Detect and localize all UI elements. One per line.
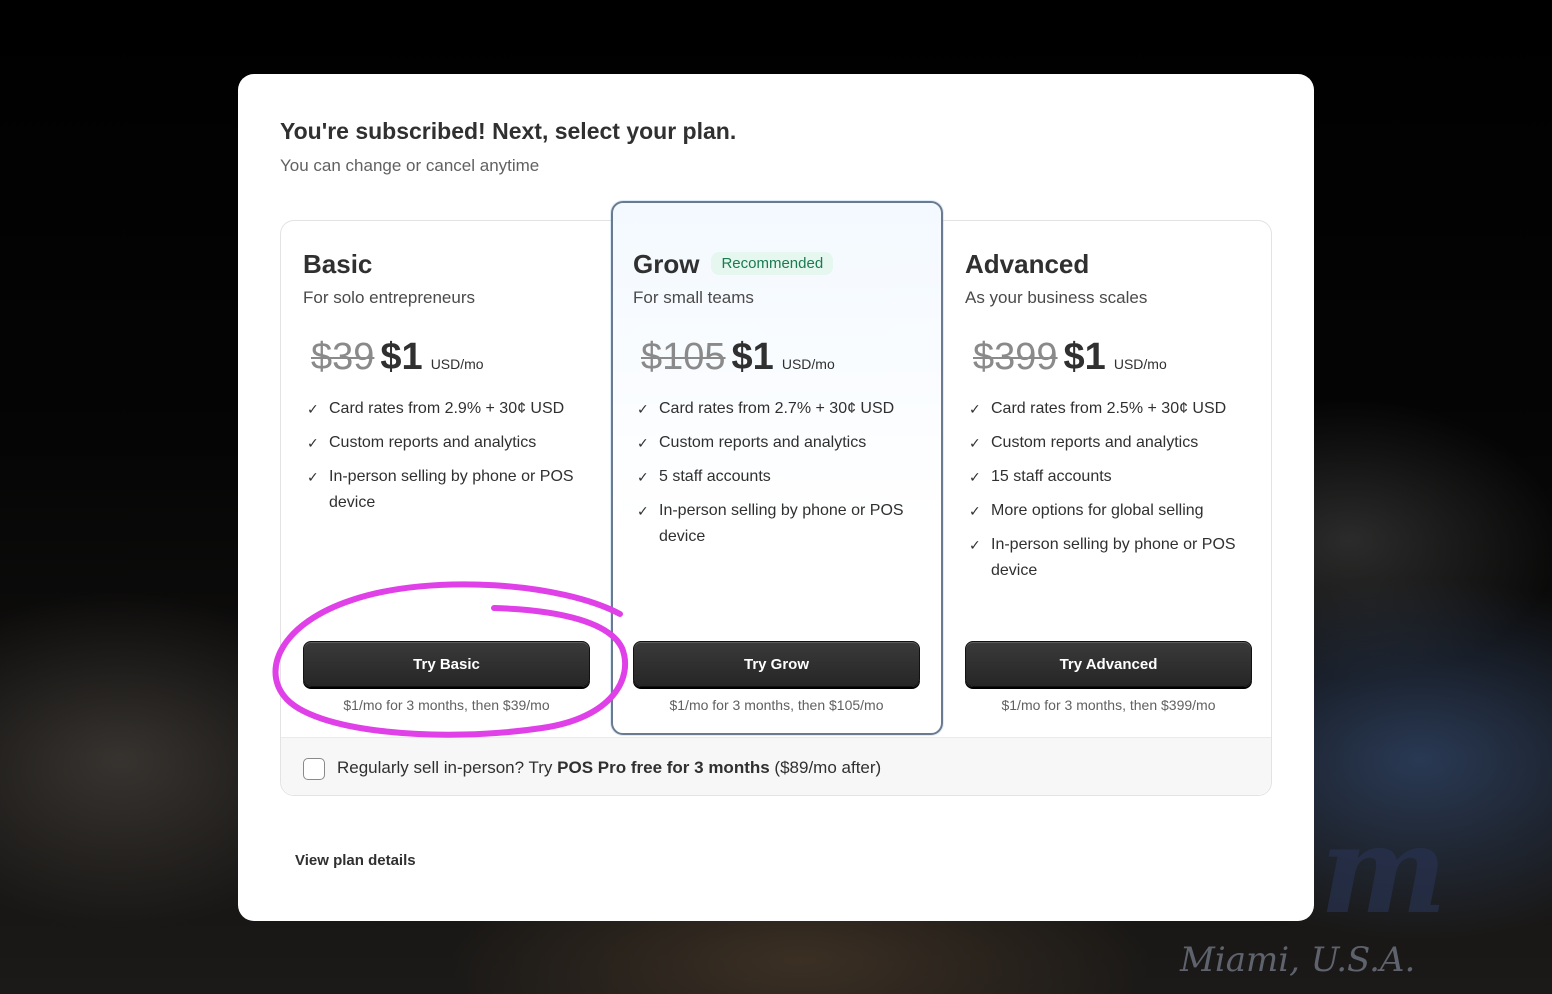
modal-title: You're subscribed! Next, select your pla… [280, 118, 737, 144]
price-unit: USD/mo [781, 356, 835, 372]
feature-item: ✓ In-person selling by phone or POS devic… [965, 532, 1255, 584]
feature-item: ✓ In-person selling by phone or POS devic… [303, 464, 593, 516]
pos-offer-label[interactable]: Regularly sell in-person? Try POS Pro fr… [337, 758, 881, 778]
check-icon: ✓ [969, 435, 981, 451]
feature-list: ✓ Card rates from 2.5% + 30¢ USD ✓ Custom … [965, 396, 1255, 584]
check-icon: ✓ [969, 401, 981, 417]
feature-item: ✓ 5 staff accounts [633, 464, 923, 490]
plan-card-grow: Grow Recommended For small teams $105 $1 … [611, 201, 943, 735]
plan-name: Advanced [965, 249, 1090, 279]
price-row: $39 $1 USD/mo [303, 336, 593, 380]
check-icon: ✓ [969, 503, 981, 519]
new-price: $1 [731, 336, 774, 378]
view-plan-details-link[interactable]: View plan details [295, 852, 416, 869]
check-icon: ✓ [969, 537, 981, 553]
feature-item: ✓ In-person selling by phone or POS devic… [633, 498, 923, 550]
check-icon: ✓ [307, 401, 319, 417]
plan-card-advanced: Advanced As your business scales $399 $1… [943, 221, 1273, 737]
button-note: $1/mo for 3 months, then $399/mo [1001, 697, 1216, 713]
feature-item: ✓ Card rates from 2.7% + 30¢ USD [633, 396, 923, 422]
old-price: $39 [311, 336, 375, 378]
old-price: $105 [641, 336, 726, 378]
feature-item: ✓ Custom reports and analytics [633, 430, 923, 456]
plan-tagline: For solo entrepreneurs [303, 288, 475, 307]
feature-item: ✓ More options for global selling [965, 498, 1255, 524]
plan-name: Basic [303, 249, 373, 279]
check-icon: ✓ [307, 469, 319, 485]
background-caption: Miami, U.S.A. [1180, 940, 1416, 980]
price-unit: USD/mo [430, 356, 484, 372]
try-grow-button[interactable]: Try Grow [633, 641, 920, 687]
feature-item: ✓ Card rates from 2.5% + 30¢ USD [965, 396, 1255, 422]
check-icon: ✓ [307, 435, 319, 451]
try-advanced-button[interactable]: Try Advanced [965, 641, 1252, 687]
feature-item: ✓ 15 staff accounts [965, 464, 1255, 490]
price-row: $399 $1 USD/mo [965, 336, 1255, 380]
check-icon: ✓ [637, 435, 649, 451]
feature-list: ✓ Card rates from 2.9% + 30¢ USD ✓ Custom … [303, 396, 593, 516]
old-price: $399 [973, 336, 1058, 378]
recommended-badge: Recommended [711, 252, 834, 275]
background-logo: m [1320, 800, 1447, 941]
feature-item: ✓ Custom reports and analytics [303, 430, 593, 456]
price-row: $105 $1 USD/mo [633, 336, 923, 380]
plan-selection-modal: You're subscribed! Next, select your pla… [238, 74, 1314, 921]
new-price: $1 [1063, 336, 1106, 378]
feature-item: ✓ Card rates from 2.9% + 30¢ USD [303, 396, 593, 422]
feature-list: ✓ Card rates from 2.7% + 30¢ USD ✓ Custom … [633, 396, 923, 550]
check-icon: ✓ [637, 503, 649, 519]
check-icon: ✓ [637, 401, 649, 417]
plan-tagline: As your business scales [965, 288, 1148, 307]
plan-tagline: For small teams [633, 288, 754, 307]
plan-name: Grow [633, 249, 700, 279]
check-icon: ✓ [969, 469, 981, 485]
annotation-circle [272, 581, 629, 738]
new-price: $1 [380, 336, 423, 378]
feature-item: ✓ Custom reports and analytics [965, 430, 1255, 456]
check-icon: ✓ [637, 469, 649, 485]
button-note: $1/mo for 3 months, then $105/mo [669, 697, 884, 713]
pos-offer-checkbox[interactable] [303, 758, 325, 780]
modal-subtitle: You can change or cancel anytime [280, 156, 540, 175]
price-unit: USD/mo [1113, 356, 1167, 372]
